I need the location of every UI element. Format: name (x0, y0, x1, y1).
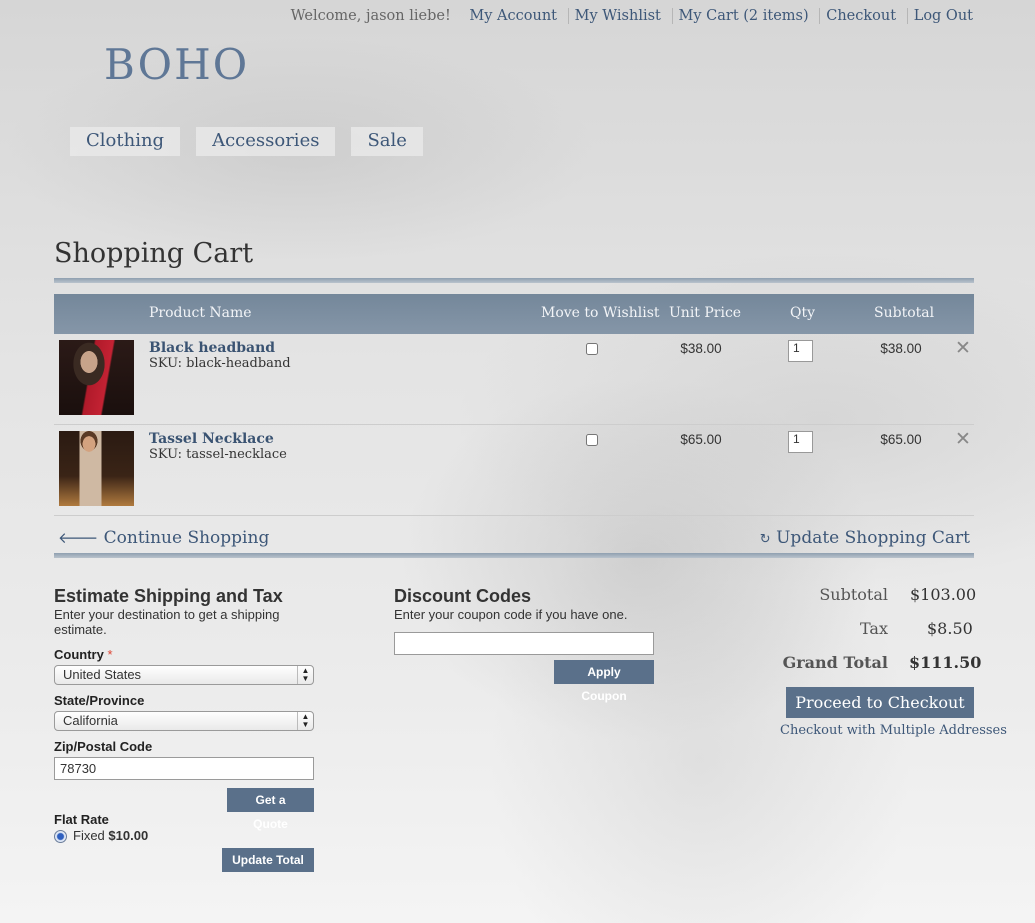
unit-price: $65.00 (680, 432, 722, 447)
site-logo[interactable]: BOHO (104, 40, 249, 89)
my-wishlist-link[interactable]: My Wishlist (567, 8, 667, 24)
main-nav: Clothing Accessories Sale (70, 127, 423, 156)
subtotal-value: $103.00 (910, 585, 977, 604)
flat-rate-radio[interactable] (54, 830, 67, 843)
discount-title: Discount Codes (394, 586, 532, 606)
get-quote-button[interactable]: Get a Quote (227, 788, 314, 831)
multiple-addresses-link[interactable]: Checkout with Multiple Addresses (780, 723, 1007, 738)
cart-row: Tassel Necklace SKU: tassel-necklace $65… (54, 425, 974, 516)
required-marker: * (107, 647, 113, 662)
country-label: Country * (54, 647, 113, 662)
log-out-link[interactable]: Log Out (906, 8, 973, 24)
column-product-name: Product Name (149, 305, 252, 321)
page-title: Shopping Cart (54, 238, 254, 269)
nav-item-clothing[interactable]: Clothing (70, 127, 181, 156)
continue-shopping-button[interactable]: 🡐 Continue Shopping (58, 528, 269, 548)
tax-value: $8.50 (927, 619, 973, 638)
cart-actions: 🡐 Continue Shopping ↻ Update Shopping Ca… (54, 526, 974, 554)
product-name-link[interactable]: Black headband (149, 340, 275, 356)
update-cart-button[interactable]: ↻ Update Shopping Cart (760, 528, 970, 548)
select-arrows-icon: ▲ ▼ (297, 666, 313, 684)
zip-input[interactable]: 78730 (54, 757, 314, 780)
shipping-description: Enter your destination to get a shipping… (54, 607, 280, 637)
title-divider (54, 278, 974, 283)
grand-total-label: Grand Total (782, 653, 888, 672)
flat-rate-option: Fixed $10.00 (73, 828, 148, 843)
zip-label: Zip/Postal Code (54, 739, 153, 754)
state-label: State/Province (54, 693, 145, 708)
column-qty: Qty (790, 305, 816, 321)
state-value: California (63, 713, 118, 728)
product-sku: SKU: tassel-necklace (149, 447, 287, 462)
checkout-link[interactable]: Checkout (819, 8, 903, 24)
move-to-wishlist-checkbox[interactable] (586, 434, 598, 446)
my-account-link[interactable]: My Account (463, 8, 563, 24)
discount-description: Enter your coupon code if you have one. (394, 607, 628, 622)
subtotal-label: Subtotal (819, 585, 888, 604)
refresh-icon: ↻ (759, 532, 771, 547)
proceed-to-checkout-button[interactable]: Proceed to Checkout (786, 687, 974, 718)
column-move-to-wishlist: Move to Wishlist (541, 305, 660, 321)
my-cart-link[interactable]: My Cart (2 items) (671, 8, 815, 24)
qty-input[interactable]: 1 (788, 340, 813, 362)
grand-total-value: $111.50 (909, 653, 982, 672)
remove-item-icon[interactable]: ✕ (955, 428, 971, 450)
row-subtotal: $38.00 (880, 341, 922, 356)
apply-coupon-button[interactable]: Apply Coupon (554, 660, 654, 703)
product-thumbnail[interactable] (59, 431, 134, 506)
flat-rate-label: Fixed (73, 828, 105, 843)
move-to-wishlist-checkbox[interactable] (586, 343, 598, 355)
flat-rate-title: Flat Rate (54, 812, 109, 827)
select-arrows-icon: ▲ ▼ (297, 712, 313, 730)
top-links-bar: Welcome, jason liebe! My Account My Wish… (291, 8, 973, 24)
nav-item-accessories[interactable]: Accessories (196, 127, 336, 156)
tax-label: Tax (860, 619, 888, 638)
state-select[interactable]: California ▲ ▼ (54, 711, 314, 731)
welcome-message: Welcome, jason liebe! (290, 8, 451, 24)
remove-item-icon[interactable]: ✕ (955, 337, 971, 359)
continue-shopping-label: Continue Shopping (103, 528, 270, 548)
update-cart-label: Update Shopping Cart (776, 528, 970, 548)
shipping-title: Estimate Shipping and Tax (54, 586, 283, 606)
flat-rate-price: $10.00 (108, 828, 149, 843)
product-thumbnail[interactable] (59, 340, 134, 415)
update-total-button[interactable]: Update Total (222, 848, 314, 872)
country-select[interactable]: United States ▲ ▼ (54, 665, 314, 685)
column-unit-price: Unit Price (669, 305, 742, 321)
cart-table-header: Product Name Move to Wishlist Unit Price… (54, 294, 974, 334)
coupon-code-input[interactable] (394, 632, 654, 655)
country-value: United States (63, 667, 142, 682)
product-name-link[interactable]: Tassel Necklace (149, 431, 274, 447)
nav-item-sale[interactable]: Sale (351, 127, 423, 156)
country-label-text: Country (54, 647, 104, 662)
cart-row: Black headband SKU: black-headband $38.0… (54, 334, 974, 425)
column-subtotal: Subtotal (874, 305, 935, 321)
arrow-left-icon: 🡐 (58, 529, 99, 547)
product-sku: SKU: black-headband (149, 356, 291, 371)
qty-input[interactable]: 1 (788, 431, 813, 453)
cart-divider (54, 553, 974, 558)
row-subtotal: $65.00 (880, 432, 922, 447)
unit-price: $38.00 (680, 341, 722, 356)
